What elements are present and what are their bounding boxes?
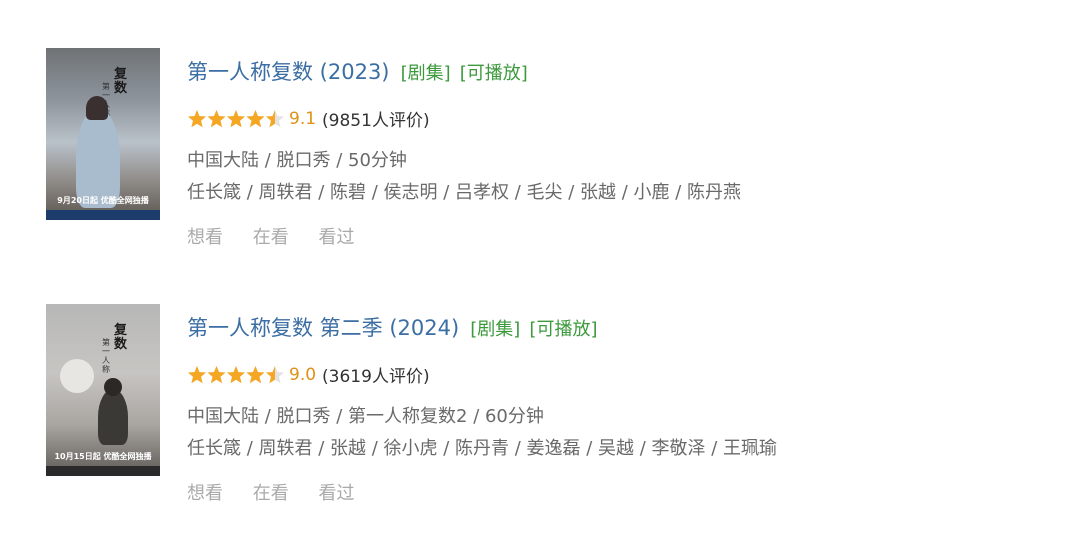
poster-title: 复数	[114, 67, 128, 96]
cast-list: 任长箴 / 周轶君 / 陈碧 / 侯志明 / 吕孝权 / 毛尖 / 张越 / 小…	[187, 182, 742, 203]
action-row: 想看 在看 看过	[187, 479, 378, 505]
title-row: 第一人称复数 (2023) [剧集] [可播放]	[187, 56, 528, 86]
title-link[interactable]: 第一人称复数 第二季 (2024)	[187, 316, 459, 340]
rating-stars-icon	[187, 365, 285, 383]
rating-stars-icon	[187, 109, 285, 127]
star-filled-icon	[226, 109, 246, 127]
star-filled-icon	[226, 365, 246, 383]
poster-caption: 10月15日起 优酷全网独播	[54, 452, 152, 461]
poster-subtitle: 第一人称	[102, 82, 110, 118]
result-item: 复数 第一人称 10月15日起 优酷全网独播 第一人称复数 第二季 (2024)…	[46, 304, 1046, 504]
tag-series: [剧集]	[470, 319, 521, 340]
poster-strip	[46, 210, 160, 220]
watched-button[interactable]: 看过	[318, 483, 354, 504]
poster-figure	[98, 389, 128, 445]
meta-info: 中国大陆 / 脱口秀 / 50分钟	[187, 150, 407, 171]
title-row: 第一人称复数 第二季 (2024) [剧集] [可播放]	[187, 312, 597, 342]
rating-score: 9.1	[289, 108, 317, 129]
title-link[interactable]: 第一人称复数 (2023)	[187, 60, 390, 84]
watched-button[interactable]: 看过	[318, 227, 354, 248]
cast-list: 任长箴 / 周轶君 / 张越 / 徐小虎 / 陈丹青 / 姜逸磊 / 吴越 / …	[187, 438, 778, 459]
rating-row: 9.0 (3619人评价)	[187, 362, 430, 387]
rating-count: (9851人评价)	[322, 111, 430, 131]
star-filled-icon	[207, 109, 226, 127]
watching-button[interactable]: 在看	[253, 227, 289, 248]
poster-caption: 9月20日起 优酷全网独播	[57, 196, 149, 205]
rating-score: 9.0	[289, 364, 317, 385]
star-filled-icon	[207, 365, 226, 383]
poster-lamp	[60, 359, 94, 393]
poster-figure	[76, 108, 120, 208]
star-filled-icon	[187, 365, 207, 383]
action-row: 想看 在看 看过	[187, 223, 378, 249]
poster-strip	[46, 466, 160, 476]
rating-row: 9.1 (9851人评价)	[187, 106, 430, 131]
poster-image[interactable]: 复数 第一人称 10月15日起 优酷全网独播	[46, 304, 160, 476]
poster-subtitle: 第一人称	[102, 338, 110, 374]
tag-playable[interactable]: [可播放]	[529, 319, 597, 340]
poster-image[interactable]: 复数 第一人称 9月20日起 优酷全网独播	[46, 48, 160, 220]
poster-head	[104, 378, 122, 396]
tag-series: [剧集]	[400, 63, 451, 84]
meta-info: 中国大陆 / 脱口秀 / 第一人称复数2 / 60分钟	[187, 406, 544, 427]
result-item: 复数 第一人称 9月20日起 优酷全网独播 第一人称复数 (2023) [剧集]…	[46, 48, 1046, 248]
star-filled-icon	[187, 109, 207, 127]
star-filled-icon	[246, 109, 265, 127]
star-filled-icon	[246, 365, 265, 383]
rating-count: (3619人评价)	[322, 367, 430, 387]
tag-playable[interactable]: [可播放]	[460, 63, 528, 84]
want-to-watch-button[interactable]: 想看	[187, 483, 223, 504]
want-to-watch-button[interactable]: 想看	[187, 227, 223, 248]
watching-button[interactable]: 在看	[253, 483, 289, 504]
poster-title: 复数	[114, 323, 128, 352]
